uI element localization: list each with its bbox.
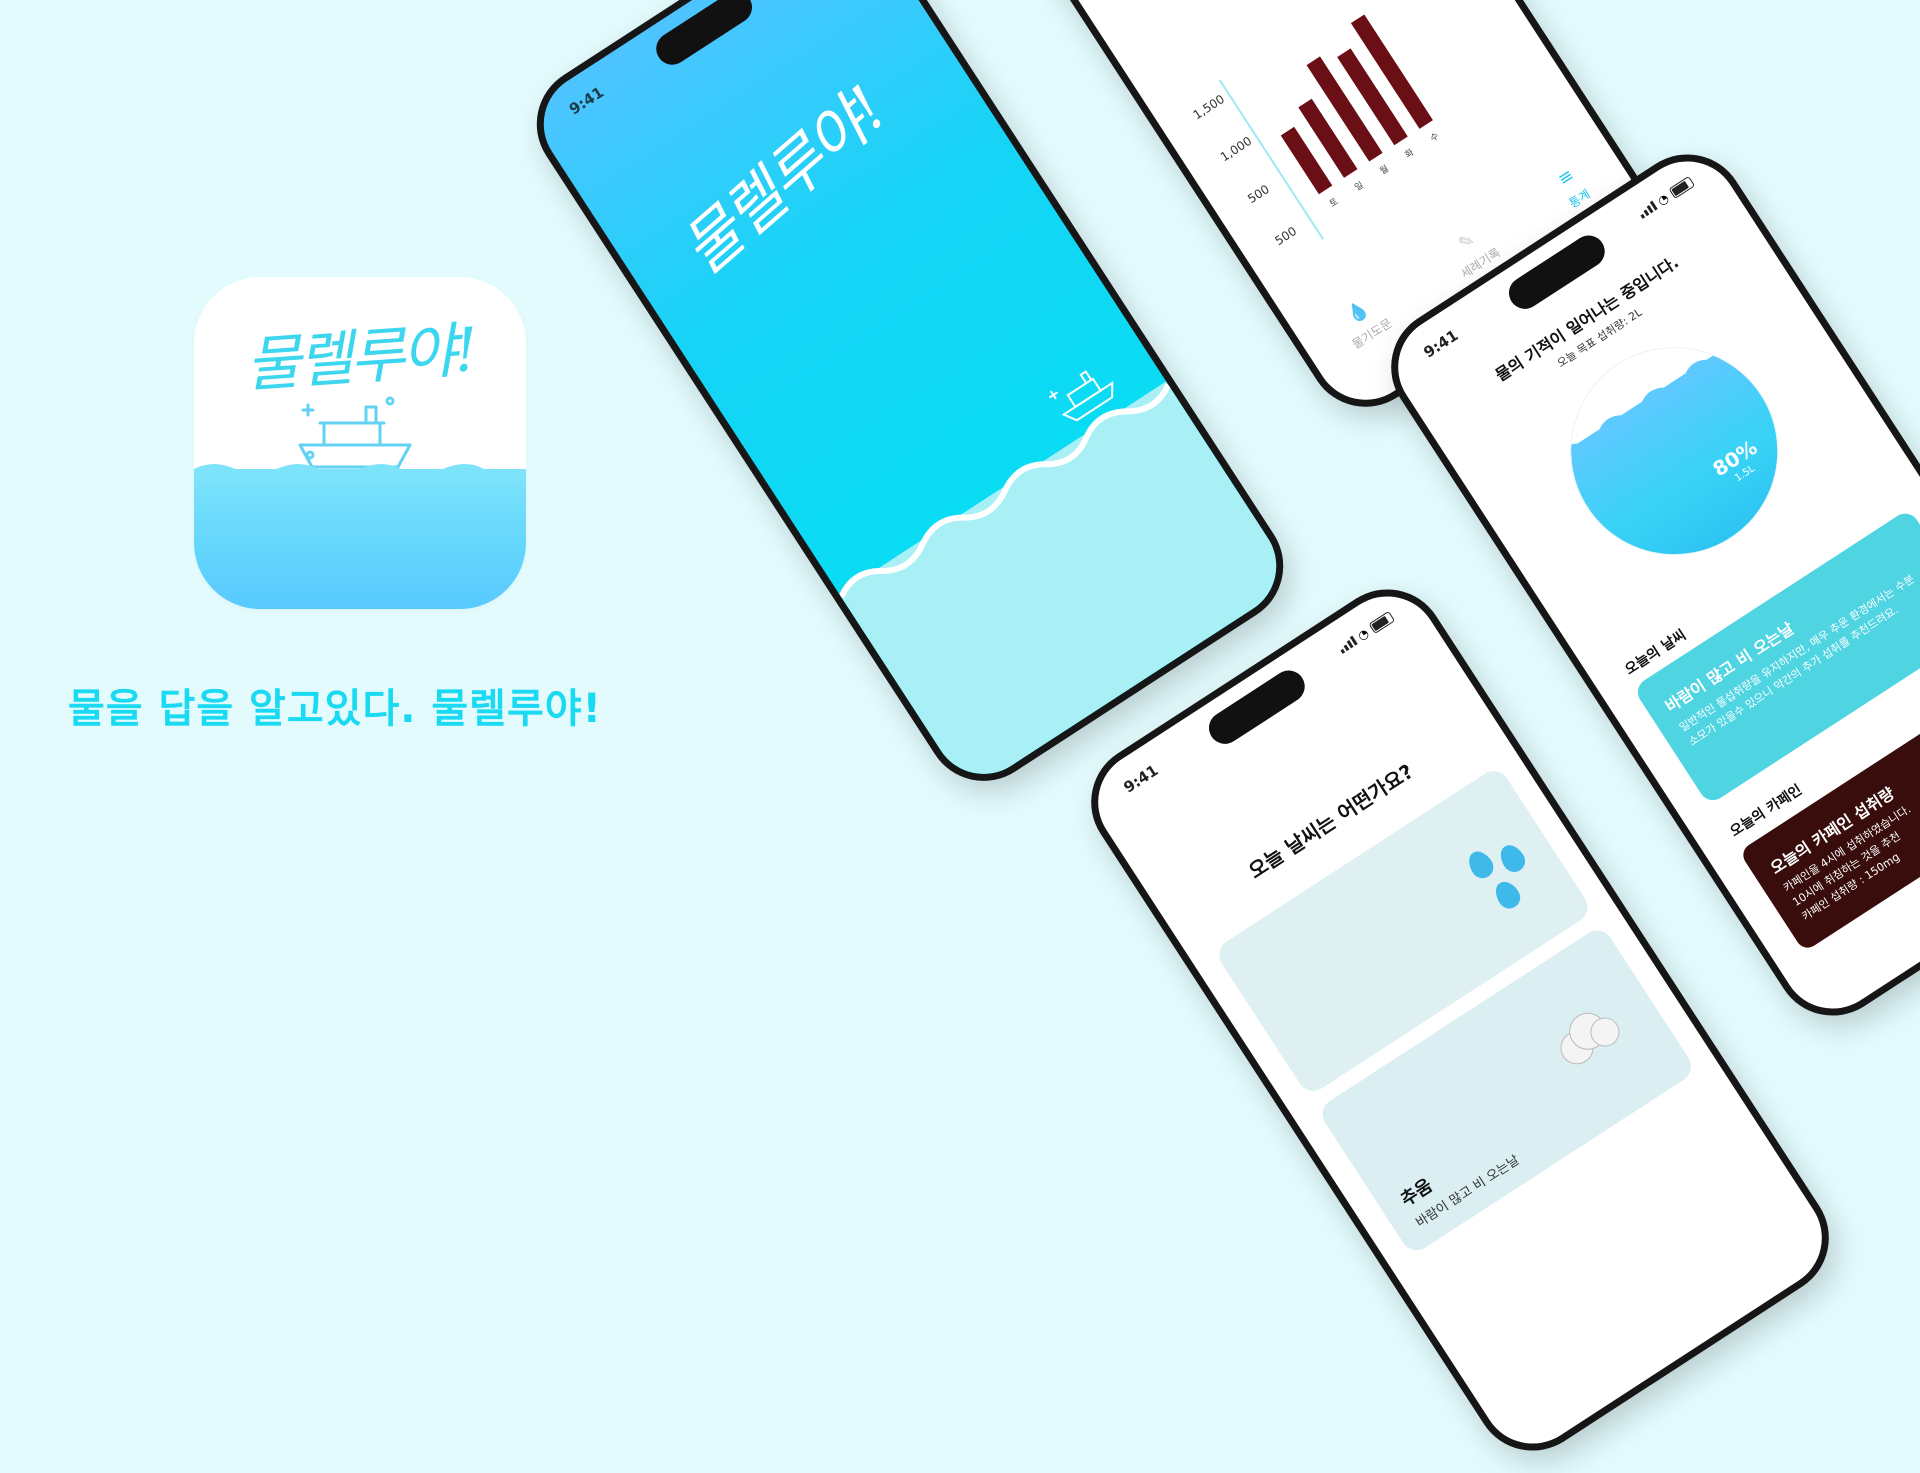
weather-card-body: 일반적인 물섭취량을 유지하지만, 매우 추운 환경에서는 수분 소모가 있을수… bbox=[1677, 572, 1917, 749]
battery-icon bbox=[1668, 175, 1696, 199]
chart-x-label: 월 bbox=[1378, 164, 1391, 178]
icon-wave bbox=[194, 464, 526, 481]
y-tick: 1,500 bbox=[1190, 91, 1228, 123]
y-tick: 1,000 bbox=[1217, 133, 1255, 165]
app-icon: 물렐루야! bbox=[194, 277, 526, 609]
pen-icon: ✎ bbox=[1454, 228, 1479, 255]
signal-icon bbox=[1637, 200, 1658, 220]
app-name-script: 물렐루야! bbox=[243, 315, 478, 401]
status-time: 9:41 bbox=[1120, 761, 1162, 797]
chart-x-label: 수 bbox=[1428, 131, 1442, 145]
cloud-icon bbox=[1560, 1012, 1620, 1065]
y-tick: 500 bbox=[1272, 223, 1300, 249]
drop-icon bbox=[1463, 846, 1498, 883]
status-icons: ◔ bbox=[1336, 610, 1396, 656]
splash-title: 물렐루야! bbox=[667, 73, 900, 288]
signal-icon bbox=[1337, 635, 1358, 655]
wifi-icon: ◔ bbox=[1354, 625, 1372, 644]
chart-icon: ≡ bbox=[1553, 164, 1579, 191]
tagline: 물을 답을 알고있다. 물렐루야! bbox=[68, 686, 602, 732]
drop-icon bbox=[1490, 877, 1525, 913]
dynamic-island bbox=[650, 0, 759, 71]
status-time: 9:41 bbox=[565, 83, 608, 119]
status-icons: ◔ bbox=[1636, 175, 1696, 221]
y-tick: 500 bbox=[1245, 181, 1272, 207]
water-fill bbox=[1555, 345, 1817, 594]
status-time: 9:41 bbox=[1420, 326, 1462, 362]
chart-x-label: 일 bbox=[1353, 180, 1366, 194]
icon-water bbox=[194, 469, 526, 609]
wifi-icon: ◔ bbox=[1654, 190, 1672, 209]
chart-x-label: 토 bbox=[1328, 196, 1341, 210]
drop-icon: 💧 bbox=[1343, 297, 1374, 328]
battery-icon bbox=[1368, 610, 1396, 634]
dynamic-island bbox=[1202, 664, 1311, 751]
chart-x-label: 화 bbox=[1403, 147, 1416, 161]
drop-icon bbox=[1495, 840, 1530, 877]
chart-bar bbox=[1337, 48, 1408, 146]
